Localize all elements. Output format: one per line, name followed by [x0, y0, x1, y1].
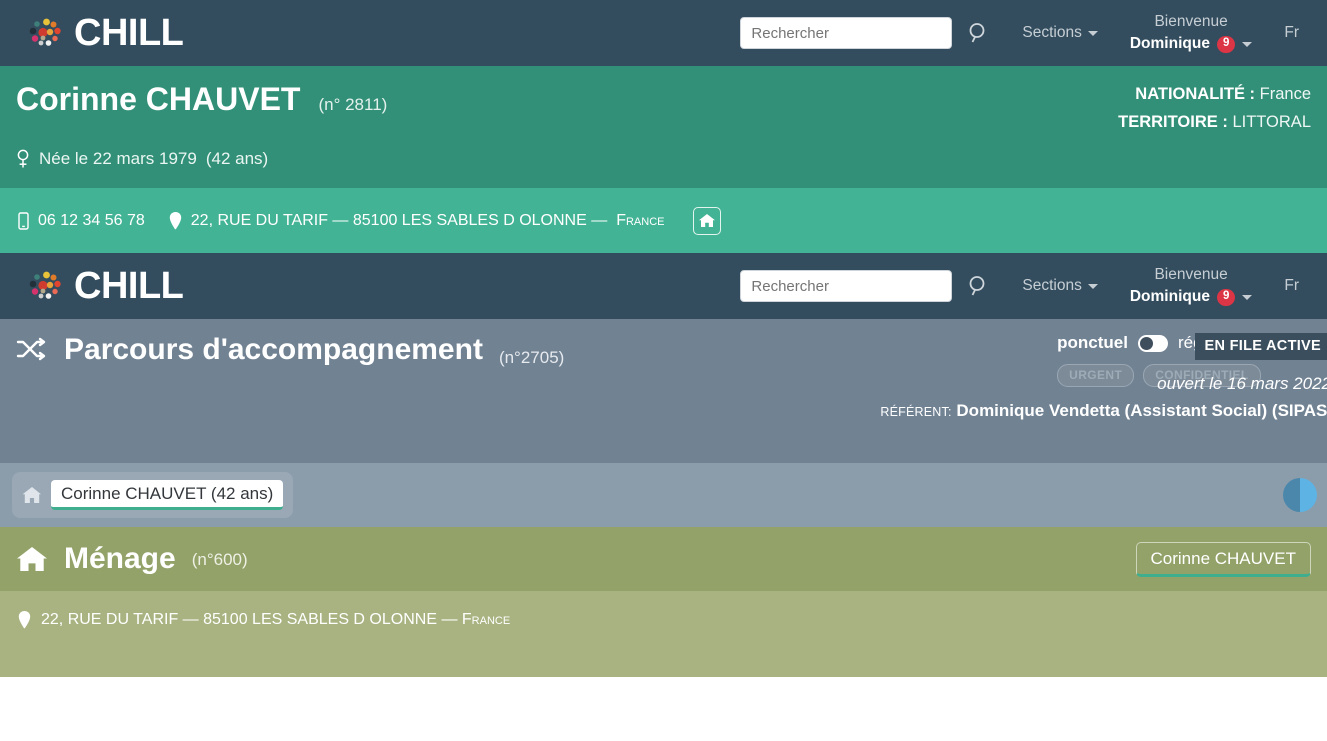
referent-name: Dominique Vendetta (Assistant Social) (S… — [956, 401, 1327, 420]
territory-label: TERRITOIRE : — [1118, 113, 1228, 132]
menage-title: Ménage (n°600) — [16, 542, 248, 576]
navbar-right: Sections Bienvenue Dominique 9 Fr — [740, 264, 1305, 309]
person-banner: Corinne CHAUVET (n° 2811) NATIONALITÉ : … — [0, 66, 1327, 188]
home-icon — [16, 545, 48, 573]
brand[interactable]: CHILL — [26, 12, 184, 54]
person-birth-row: Née le 22 mars 1979 (42 ans) — [0, 149, 1327, 169]
person-address-country: France — [616, 211, 665, 229]
chill-dots-logo-icon — [26, 13, 66, 53]
person-name: Corinne CHAUVET — [16, 81, 301, 117]
nationality-row: NATIONALITÉ : France — [1118, 80, 1311, 108]
nationality-label: NATIONALITÉ : — [1135, 85, 1256, 103]
person-meta: NATIONALITÉ : France TERRITOIRE : LITTOR… — [1118, 80, 1311, 137]
person-age: (42 ans) — [205, 148, 269, 168]
chevron-down-icon — [1242, 294, 1253, 300]
parcours-heading: Parcours d'accompagnement — [16, 333, 483, 367]
sections-menu[interactable]: Sections — [1008, 277, 1111, 295]
person-address: 22, RUE DU TARIF — 85100 LES SABLES D OL… — [190, 211, 608, 229]
half-circle-avatar-icon[interactable] — [1283, 478, 1317, 512]
search-button[interactable] — [952, 273, 1008, 299]
user-menu[interactable]: Bienvenue Dominique 9 — [1112, 11, 1263, 56]
breadcrumb-bar: Corinne CHAUVET (42 ans) — [0, 463, 1327, 527]
notification-badge[interactable]: 9 — [1216, 35, 1236, 53]
user-menu[interactable]: Bienvenue Dominique 9 — [1112, 264, 1263, 309]
search-input[interactable] — [740, 17, 953, 49]
parcours-status-column: EN FILE ACTIVE ouvert le 16 mars 2022 RÉ… — [767, 333, 1327, 421]
parcours-banner: Parcours d'accompagnement (n°2705) ponct… — [0, 319, 1327, 463]
territory-row: TERRITOIRE : LITTORAL — [1118, 108, 1311, 136]
household-link-button[interactable] — [692, 206, 721, 235]
person-number: (n° 2811) — [318, 95, 388, 114]
chevron-down-icon — [1087, 283, 1098, 289]
mobile-phone-icon — [18, 211, 29, 230]
menage-address: 22, RUE DU TARIF — 85100 LES SABLES D OL… — [41, 611, 511, 628]
address-row: 22, RUE DU TARIF — 85100 LES SABLES D OL… — [169, 211, 665, 230]
brand-text: CHILL — [74, 265, 184, 307]
menage-heading: Ménage — [64, 542, 176, 575]
notification-badge[interactable]: 9 — [1216, 288, 1236, 306]
navbar-primary: CHILL Sections Bienvenue Dominique 9 — [0, 0, 1327, 66]
breadcrumb-item-person[interactable]: Corinne CHAUVET (42 ans) — [51, 480, 284, 510]
brand-text: CHILL — [74, 12, 184, 54]
nationality-value: France — [1259, 85, 1311, 103]
search-input[interactable] — [740, 270, 953, 302]
welcome-label: Bienvenue — [1154, 265, 1228, 283]
sections-label: Sections — [1022, 277, 1082, 294]
territory-value: LITTORAL — [1232, 113, 1311, 132]
referent-label: RÉFÉRENT: — [880, 405, 952, 419]
language-switcher[interactable]: Fr — [1262, 277, 1305, 295]
chevron-down-icon — [1087, 30, 1098, 36]
menage-banner: Ménage (n°600) Corinne CHAUVET — [0, 527, 1327, 591]
sections-label: Sections — [1022, 24, 1082, 41]
home-icon — [698, 213, 715, 228]
person-phone: 06 12 34 56 78 — [38, 211, 145, 229]
navbar-right: Sections Bienvenue Dominique 9 Fr — [740, 11, 1305, 56]
phone-row: 06 12 34 56 78 — [18, 212, 145, 230]
menage-address-country: France — [461, 611, 511, 628]
search-icon — [966, 273, 992, 299]
home-icon[interactable] — [22, 486, 42, 504]
menage-number: (n°600) — [191, 550, 248, 569]
menage-member-button[interactable]: Corinne CHAUVET — [1135, 541, 1311, 577]
language-switcher[interactable]: Fr — [1262, 24, 1305, 42]
search-button[interactable] — [952, 20, 1008, 46]
shuffle-icon — [16, 337, 48, 363]
female-gender-icon — [16, 149, 30, 169]
map-pin-icon — [18, 611, 31, 629]
app-page: CHILL Sections Bienvenue Dominique 9 — [0, 0, 1327, 741]
map-pin-icon — [169, 211, 182, 230]
breadcrumb: Corinne CHAUVET (42 ans) — [12, 472, 294, 518]
chevron-down-icon — [1242, 41, 1253, 47]
parcours-number: (n°2705) — [498, 348, 565, 367]
person-contact-strip: 06 12 34 56 78 22, RUE DU TARIF — 85100 … — [0, 188, 1327, 253]
chill-dots-logo-icon — [26, 266, 66, 306]
person-banner-top-row: Corinne CHAUVET (n° 2811) NATIONALITÉ : … — [0, 80, 1327, 137]
search-icon — [966, 20, 992, 46]
welcome-label: Bienvenue — [1154, 12, 1228, 30]
parcours-opened-date: ouvert le 16 mars 2022 — [1157, 374, 1327, 393]
user-name: Dominique — [1129, 288, 1210, 305]
menage-address-row: 22, RUE DU TARIF — 85100 LES SABLES D OL… — [0, 591, 1327, 677]
navbar-secondary: CHILL Sections Bienvenue Dominique 9 — [0, 253, 1327, 319]
parcours-title: Parcours d'accompagnement (n°2705) — [16, 333, 564, 368]
status-badge: EN FILE ACTIVE — [1194, 333, 1327, 360]
user-name: Dominique — [1129, 35, 1210, 52]
sections-menu[interactable]: Sections — [1008, 24, 1111, 42]
parcours-referent: RÉFÉRENT: Dominique Vendetta (Assistant … — [767, 400, 1327, 421]
brand[interactable]: CHILL — [26, 265, 184, 307]
person-title: Corinne CHAUVET (n° 2811) — [16, 80, 387, 118]
parcours-title-text: Parcours d'accompagnement — [64, 333, 483, 366]
person-birth-date: Née le 22 mars 1979 — [39, 148, 197, 168]
